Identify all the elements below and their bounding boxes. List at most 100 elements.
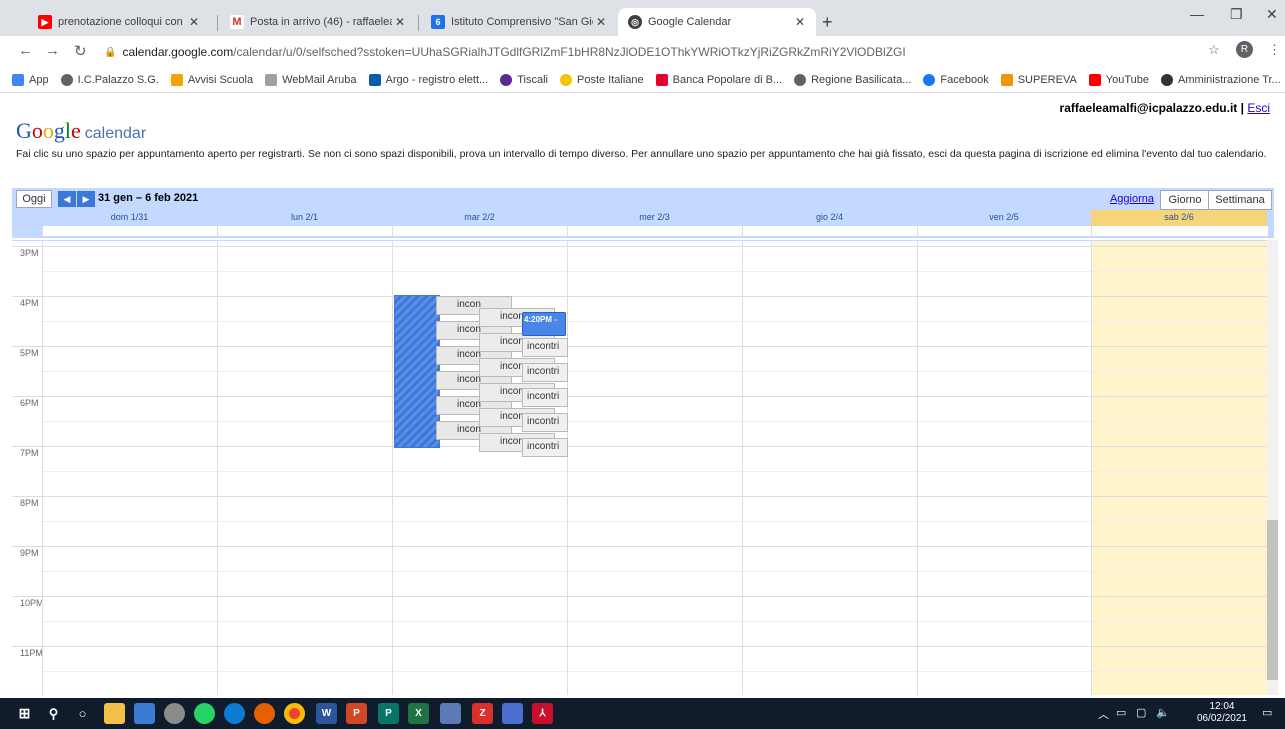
close-icon[interactable]: ✕ xyxy=(392,15,408,29)
browser-tab[interactable]: ▶ prenotazione colloqui con calend ✕ xyxy=(28,8,210,36)
day-header: lun 2/1 xyxy=(290,212,319,222)
close-icon[interactable]: ✕ xyxy=(792,15,808,29)
excel-icon[interactable]: X xyxy=(408,703,429,724)
browser-tab-active[interactable]: ◎ Google Calendar ✕ xyxy=(618,8,816,36)
taskbar-clock[interactable]: 12:04 06/02/2021 xyxy=(1197,701,1247,725)
reload-icon[interactable]: ↻ xyxy=(74,42,87,60)
file-explorer-icon[interactable] xyxy=(104,703,125,724)
hour-label: 3PM xyxy=(20,248,39,258)
day-header: dom 1/31 xyxy=(110,212,149,222)
bookmark-facebook[interactable]: Facebook xyxy=(923,74,989,86)
publisher-icon[interactable]: P xyxy=(378,703,399,724)
bookmark-youtube[interactable]: YouTube xyxy=(1088,74,1149,86)
scrollbar-thumb[interactable] xyxy=(1267,520,1278,680)
star-icon[interactable]: ☆ xyxy=(1208,42,1220,58)
webcam-icon[interactable] xyxy=(164,703,185,724)
forward-icon[interactable]: → xyxy=(45,42,60,59)
network-icon[interactable]: ▭ xyxy=(1116,706,1126,719)
appointment-slot[interactable]: incontri xyxy=(522,388,568,407)
browser-toolbar: ← → ↻ 🔒 calendar.google.com/calendar/u/0… xyxy=(0,36,1285,68)
battery-icon[interactable]: ▢ xyxy=(1136,706,1146,719)
firefox-icon[interactable] xyxy=(254,703,275,724)
day-header: gio 2/4 xyxy=(815,212,844,222)
bookmark-webmail[interactable]: WebMail Aruba xyxy=(265,74,357,86)
tray-chevron-icon[interactable]: ︿ xyxy=(1098,706,1109,722)
today-button[interactable]: Oggi xyxy=(16,190,52,208)
user-email: raffaeleamalfi@icpalazzo.edu.it xyxy=(1059,101,1238,115)
close-icon[interactable]: ✕ xyxy=(186,15,202,29)
avatar[interactable]: R xyxy=(1236,41,1253,58)
refresh-link[interactable]: Aggiorna xyxy=(1110,193,1154,205)
close-window-icon[interactable]: ✕ xyxy=(1266,6,1278,23)
windows-start-icon[interactable]: ⊞ xyxy=(14,703,35,724)
school-icon: 6 xyxy=(431,15,445,29)
bookmark-amministrazione[interactable]: Amministrazione Tr... xyxy=(1161,74,1281,86)
facebook-icon xyxy=(923,74,936,86)
new-tab-icon[interactable]: + xyxy=(822,12,833,33)
search-icon[interactable]: ⚲ xyxy=(43,703,64,724)
logout-link[interactable]: Esci xyxy=(1247,101,1270,115)
bookmark-apps[interactable]: App xyxy=(12,74,49,86)
view-day-button[interactable]: Giorno xyxy=(1160,190,1210,210)
bookmark-supereva[interactable]: SUPEREVA xyxy=(1000,74,1077,86)
minimize-icon[interactable]: — xyxy=(1190,6,1204,22)
task-view-icon[interactable]: ○ xyxy=(72,703,93,724)
word-icon[interactable]: W xyxy=(316,703,337,724)
menu-icon[interactable]: ⋮ xyxy=(1268,42,1281,58)
hour-label: 5PM xyxy=(20,348,39,358)
google-calendar-logo: Google calendar xyxy=(16,118,146,144)
bookmark-avvisi[interactable]: Avvisi Scuola xyxy=(170,74,253,86)
bookmark-tiscali[interactable]: Tiscali xyxy=(500,74,548,86)
user-app-icon[interactable] xyxy=(134,703,155,724)
gmail-icon: M xyxy=(230,15,244,29)
day-header-today: sab 2/6 xyxy=(1091,210,1267,226)
bank-icon xyxy=(655,74,668,86)
notifications-icon[interactable]: ▭ xyxy=(1262,706,1272,719)
back-icon[interactable]: ← xyxy=(18,42,33,59)
close-icon[interactable]: ✕ xyxy=(593,15,609,29)
bookmark-palazzo[interactable]: I.C.Palazzo S.G. xyxy=(60,74,159,86)
clock-time: 12:04 xyxy=(1209,701,1235,712)
appointment-slot[interactable]: incontri xyxy=(522,413,568,432)
mail-icon xyxy=(265,74,278,86)
view-week-button[interactable]: Settimana xyxy=(1208,190,1272,210)
lock-icon: 🔒 xyxy=(104,46,117,58)
eye-icon xyxy=(1161,74,1174,86)
hour-label: 7PM xyxy=(20,448,39,458)
powerpoint-icon[interactable]: P xyxy=(346,703,367,724)
maximize-icon[interactable]: ❐ xyxy=(1230,6,1243,23)
bookmark-poste[interactable]: Poste Italiane xyxy=(559,74,644,86)
volume-icon[interactable]: 🔈 xyxy=(1156,706,1170,719)
app-blue-icon[interactable] xyxy=(502,703,523,724)
next-week-icon[interactable]: ▶ xyxy=(77,191,95,207)
whatsapp-icon[interactable] xyxy=(194,703,215,724)
bookmark-argo[interactable]: Argo - registro elett... xyxy=(368,74,488,86)
globe-icon xyxy=(794,74,807,86)
appointment-slot[interactable]: incontri xyxy=(522,363,568,382)
youtube-icon: ▶ xyxy=(38,15,52,29)
browser-tab[interactable]: 6 Istituto Comprensivo "San Giova ✕ xyxy=(421,8,617,36)
clock-date: 06/02/2021 xyxy=(1196,713,1247,724)
today-column xyxy=(1091,241,1267,695)
hour-label: 4PM xyxy=(20,298,39,308)
remote-desktop-icon[interactable] xyxy=(440,703,461,724)
hour-label: 10PM xyxy=(20,598,44,608)
appointment-slot[interactable]: incontri xyxy=(522,338,568,357)
bookmark-regione[interactable]: Regione Basilicata... xyxy=(794,74,911,86)
hour-label: 9PM xyxy=(20,548,39,558)
tab-title: Google Calendar xyxy=(648,16,732,28)
edge-icon[interactable] xyxy=(224,703,245,724)
address-bar[interactable]: 🔒 calendar.google.com/calendar/u/0/selfs… xyxy=(100,39,1240,65)
week-time-grid[interactable]: 3PM 4PM 5PM 6PM 7PM 8PM 9PM 10PM 11PM in… xyxy=(12,240,1267,695)
chrome-icon[interactable] xyxy=(284,703,305,724)
hour-label: 8PM xyxy=(20,498,39,508)
acrobat-icon[interactable]: ⅄ xyxy=(532,703,553,724)
user-info: raffaeleamalfi@icpalazzo.edu.it | Esci xyxy=(1059,101,1270,115)
url-domain: calendar.google.com xyxy=(122,45,234,59)
booked-appointment[interactable]: 4:20PM - xyxy=(522,312,566,336)
browser-tab[interactable]: M Posta in arrivo (46) - raffaeleama ✕ xyxy=(220,8,416,36)
appointment-slot[interactable]: incontri xyxy=(522,438,568,457)
bookmark-banca[interactable]: Banca Popolare di B... xyxy=(655,74,782,86)
app-red-icon[interactable]: Z xyxy=(472,703,493,724)
prev-week-icon[interactable]: ◀ xyxy=(58,191,76,207)
